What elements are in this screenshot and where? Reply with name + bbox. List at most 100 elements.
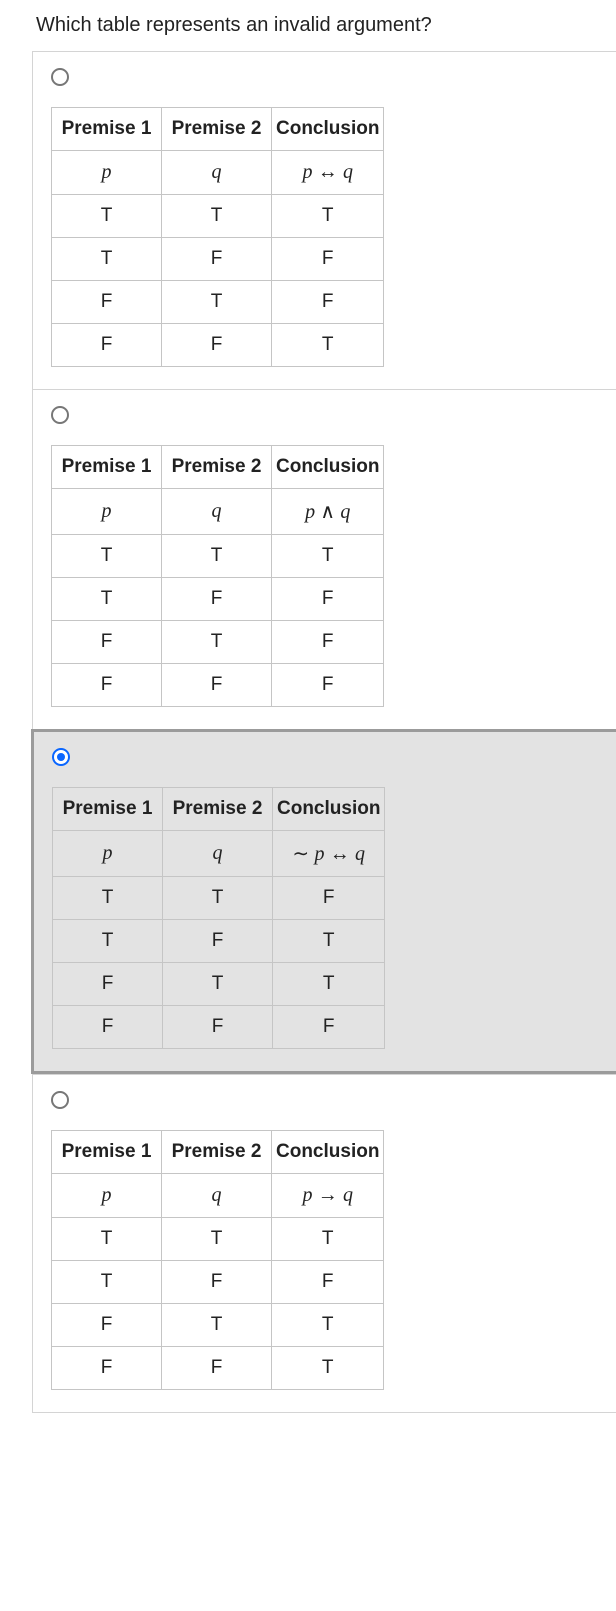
table-cell: T: [52, 1218, 162, 1261]
table-cell: T: [272, 324, 384, 367]
option-1[interactable]: Premise 1Premise 2Conclusionpqp ∧ qTTTTF…: [33, 389, 616, 729]
table-cell: T: [162, 1218, 272, 1261]
table-row: FTF: [52, 281, 384, 324]
table-cell: F: [52, 281, 162, 324]
table-header: Conclusion: [272, 108, 384, 151]
table-cell: F: [163, 920, 273, 963]
table-cell: T: [273, 920, 385, 963]
table-header: Conclusion: [272, 446, 384, 489]
table-cell: F: [163, 1006, 273, 1049]
option-3[interactable]: Premise 1Premise 2Conclusionpqp → qTTTTF…: [33, 1074, 616, 1413]
table-row: FFF: [53, 1006, 385, 1049]
table-header: Conclusion: [272, 1131, 384, 1174]
table-cell: F: [272, 238, 384, 281]
table-cell: T: [52, 535, 162, 578]
table-cell: F: [52, 324, 162, 367]
table-cell: F: [162, 1261, 272, 1304]
table-row: FFF: [52, 664, 384, 707]
option-0[interactable]: Premise 1Premise 2Conclusionpqp ↔ qTTTTF…: [33, 51, 616, 389]
table-cell: T: [163, 963, 273, 1006]
table-header: Premise 1: [52, 108, 162, 151]
table-row: TFF: [52, 578, 384, 621]
table-cell: F: [162, 578, 272, 621]
table-cell: F: [272, 664, 384, 707]
table-cell: F: [272, 1261, 384, 1304]
table-expression: p: [52, 489, 162, 535]
truth-table-3: Premise 1Premise 2Conclusionpqp → qTTTTF…: [51, 1130, 384, 1390]
table-cell: T: [53, 920, 163, 963]
radio-option-1[interactable]: [51, 406, 69, 424]
table-cell: T: [53, 877, 163, 920]
table-row: TTT: [52, 1218, 384, 1261]
table-expression: p: [52, 1174, 162, 1218]
table-cell: T: [162, 195, 272, 238]
table-expression: q: [162, 489, 272, 535]
table-cell: T: [272, 1304, 384, 1347]
table-cell: F: [272, 621, 384, 664]
table-row: FTT: [53, 963, 385, 1006]
table-cell: F: [162, 664, 272, 707]
table-row: TFT: [53, 920, 385, 963]
table-cell: T: [52, 578, 162, 621]
table-cell: F: [272, 578, 384, 621]
table-header: Conclusion: [273, 788, 385, 831]
table-cell: F: [273, 877, 385, 920]
table-expression: p ↔ q: [272, 151, 384, 195]
table-cell: F: [162, 1347, 272, 1390]
table-cell: T: [162, 281, 272, 324]
table-cell: T: [273, 963, 385, 1006]
table-expression: p → q: [272, 1174, 384, 1218]
table-cell: T: [272, 1347, 384, 1390]
table-header: Premise 1: [52, 446, 162, 489]
table-expression: q: [163, 831, 273, 877]
table-header: Premise 2: [162, 1131, 272, 1174]
table-cell: F: [52, 1304, 162, 1347]
table-cell: F: [162, 324, 272, 367]
table-cell: T: [272, 1218, 384, 1261]
radio-option-3[interactable]: [51, 1091, 69, 1109]
table-cell: T: [52, 195, 162, 238]
table-expression: p: [53, 831, 163, 877]
table-row: TTF: [53, 877, 385, 920]
radio-option-2[interactable]: [52, 748, 70, 766]
table-cell: T: [52, 1261, 162, 1304]
table-expression: q: [162, 1174, 272, 1218]
table-row: FTT: [52, 1304, 384, 1347]
table-cell: F: [273, 1006, 385, 1049]
table-row: TFF: [52, 1261, 384, 1304]
table-header: Premise 2: [162, 446, 272, 489]
options-container: Premise 1Premise 2Conclusionpqp ↔ qTTTTF…: [32, 51, 616, 1413]
table-row: FTF: [52, 621, 384, 664]
table-expression: ∼ p ↔ q: [273, 831, 385, 877]
table-header: Premise 2: [163, 788, 273, 831]
table-expression: p ∧ q: [272, 489, 384, 535]
table-row: FFT: [52, 324, 384, 367]
table-expression: p: [52, 151, 162, 195]
table-cell: F: [162, 238, 272, 281]
option-2[interactable]: Premise 1Premise 2Conclusionpq∼ p ↔ qTTF…: [31, 729, 616, 1074]
table-cell: T: [272, 535, 384, 578]
table-expression: q: [162, 151, 272, 195]
table-cell: T: [162, 621, 272, 664]
table-cell: T: [162, 535, 272, 578]
table-header: Premise 2: [162, 108, 272, 151]
table-row: TFF: [52, 238, 384, 281]
truth-table-1: Premise 1Premise 2Conclusionpqp ∧ qTTTTF…: [51, 445, 384, 707]
table-row: FFT: [52, 1347, 384, 1390]
truth-table-0: Premise 1Premise 2Conclusionpqp ↔ qTTTTF…: [51, 107, 384, 367]
table-cell: T: [163, 877, 273, 920]
table-cell: F: [52, 621, 162, 664]
question-text: Which table represents an invalid argume…: [0, 0, 616, 51]
table-cell: F: [53, 1006, 163, 1049]
table-cell: F: [53, 963, 163, 1006]
table-row: TTT: [52, 195, 384, 238]
radio-option-0[interactable]: [51, 68, 69, 86]
table-header: Premise 1: [53, 788, 163, 831]
table-row: TTT: [52, 535, 384, 578]
truth-table-2: Premise 1Premise 2Conclusionpq∼ p ↔ qTTF…: [52, 787, 385, 1049]
table-cell: T: [272, 195, 384, 238]
table-cell: F: [52, 664, 162, 707]
table-cell: F: [52, 1347, 162, 1390]
table-cell: F: [272, 281, 384, 324]
table-cell: T: [162, 1304, 272, 1347]
